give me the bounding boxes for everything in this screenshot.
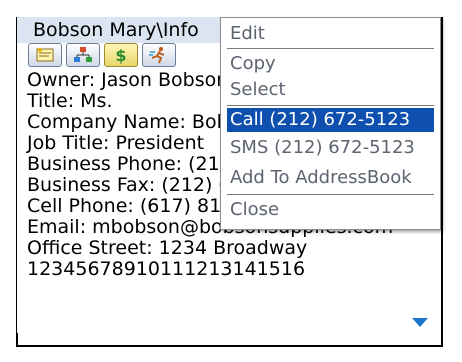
menu-item-close[interactable]: Close xyxy=(227,198,434,222)
field-office-street[interactable]: Office Street: 1234 Broadway xyxy=(27,238,438,259)
menu-item-copy[interactable]: Copy xyxy=(227,52,434,76)
svg-text:$: $ xyxy=(115,46,126,64)
menu-item-add-to-addressbook[interactable]: Add To AddressBook xyxy=(227,166,434,190)
tab-dollar[interactable]: $ xyxy=(104,43,138,67)
scroll-down-icon[interactable] xyxy=(412,318,428,327)
tab-strip: $ xyxy=(28,43,176,69)
menu-item-edit[interactable]: Edit xyxy=(227,22,434,46)
menu-item-call[interactable]: Call (212) 672-5123 xyxy=(227,108,434,132)
tab-org-chart[interactable] xyxy=(66,43,100,67)
menu-separator xyxy=(227,194,434,195)
dollar-icon: $ xyxy=(115,46,126,64)
tab-contact-card[interactable] xyxy=(28,43,62,67)
menu-item-sms[interactable]: SMS (212) 672-5123 xyxy=(227,136,434,160)
tab-runner[interactable] xyxy=(142,43,176,67)
contact-card-icon xyxy=(36,48,54,62)
field-numeric-line[interactable]: 12345678910111213141516 xyxy=(27,259,438,280)
runner-icon xyxy=(149,47,165,64)
context-menu: Edit Copy Select Call (212) 672-5123 SMS… xyxy=(220,17,441,230)
contact-title: Bobson Mary\Info xyxy=(33,19,199,41)
menu-separator xyxy=(227,105,434,106)
menu-item-select[interactable]: Select xyxy=(227,78,434,102)
org-chart-icon xyxy=(74,47,92,62)
menu-separator xyxy=(227,48,434,49)
